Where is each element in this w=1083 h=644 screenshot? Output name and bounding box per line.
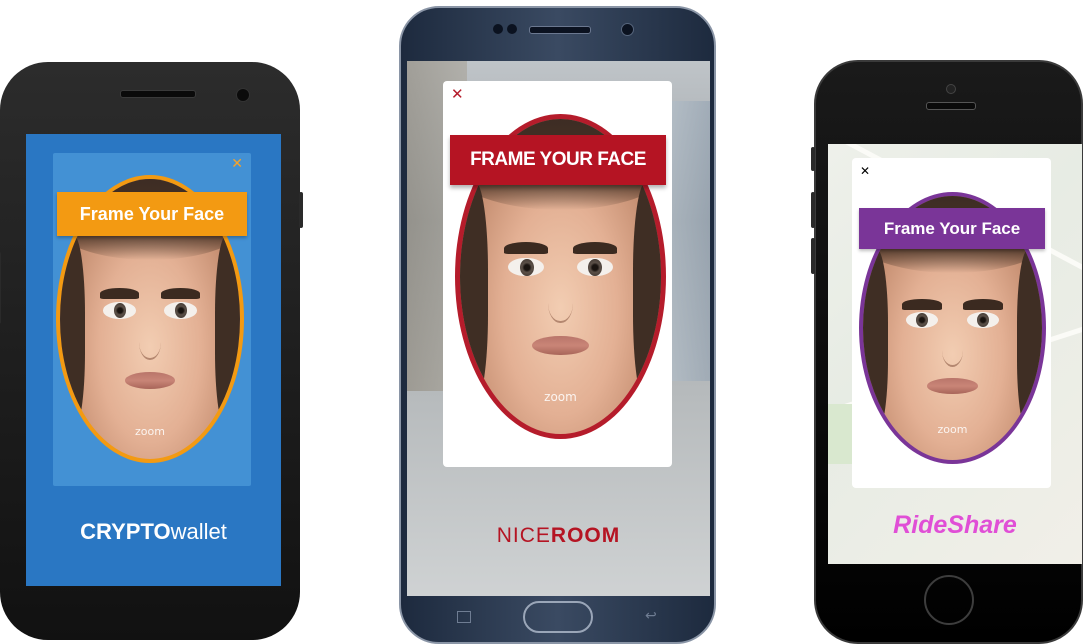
side-button: [0, 252, 1, 324]
phone-screen: ✕ zoom Frame Your Face CRYPTOwallet: [26, 134, 281, 586]
home-button[interactable]: [523, 601, 593, 633]
zoom-logo: zoom: [937, 423, 968, 437]
front-camera: [621, 23, 634, 36]
front-camera: [236, 88, 250, 102]
close-icon[interactable]: ✕: [231, 157, 243, 171]
close-icon[interactable]: ✕: [860, 165, 870, 177]
speaker-grille: [120, 90, 196, 98]
side-button: [299, 192, 303, 228]
frame-your-face-banner: Frame Your Face: [57, 192, 247, 236]
zoom-logo: zoom: [544, 389, 577, 404]
recent-apps-icon[interactable]: [457, 611, 471, 623]
back-icon[interactable]: ↩: [645, 608, 657, 624]
brand-regular: NICE: [496, 524, 551, 547]
phone-rideshare: ✕ zoom Frame Your Face RideShare: [811, 60, 1083, 644]
zoom-logo: zoom: [135, 425, 165, 439]
speaker-grille: [529, 26, 591, 34]
brand-regular: wallet: [170, 519, 227, 544]
brand-bold: ROOM: [550, 524, 621, 547]
brand-bold: CRYPTO: [80, 519, 171, 544]
frame-your-face-banner: FRAME YOUR FACE: [450, 135, 666, 185]
phone-screen: ✕ zoom FRAME YOUR FACE NICEROOM: [407, 61, 710, 596]
phone-screen: ✕ zoom Frame Your Face RideShare: [828, 144, 1082, 564]
front-sensor: [507, 24, 517, 34]
side-button: [811, 147, 815, 171]
brand-logo-niceroom: NICEROOM: [407, 524, 710, 548]
home-button[interactable]: [924, 575, 974, 625]
side-button: [811, 192, 815, 228]
phone-niceroom: ✕ zoom FRAME YOUR FACE NICEROOM ↩: [399, 6, 716, 644]
side-button: [811, 238, 815, 274]
speaker-grille: [926, 102, 976, 110]
brand-logo-rideshare: RideShare: [893, 511, 1017, 539]
front-camera: [946, 84, 956, 94]
frame-your-face-banner: Frame Your Face: [859, 208, 1045, 249]
close-icon[interactable]: ✕: [451, 87, 464, 102]
brand-logo-cryptowallet: CRYPTOwallet: [26, 519, 281, 545]
phone-crypto: ✕ zoom Frame Your Face CRYPTOwallet: [0, 62, 303, 640]
front-sensor: [493, 24, 503, 34]
